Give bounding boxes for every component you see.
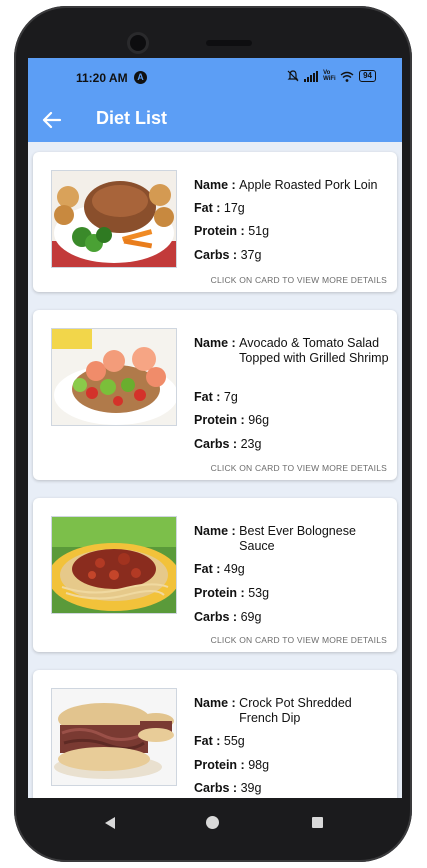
carbs-row: Carbs : 39g: [194, 781, 261, 795]
page-title: Diet List: [96, 108, 168, 128]
carbs-label: Carbs :: [194, 781, 238, 795]
front-camera: [130, 35, 146, 51]
carbs-row: Carbs : 37g: [194, 248, 261, 262]
name-row: Name : Apple Roasted Pork Loin: [194, 178, 394, 193]
battery-icon: 94: [359, 70, 376, 82]
app-bar: Diet List: [28, 98, 402, 142]
nav-home-icon[interactable]: [206, 816, 219, 829]
fat-row: Fat : 7g: [194, 390, 238, 404]
fat-label: Fat :: [194, 562, 221, 576]
carbs-value: 23g: [240, 437, 262, 451]
food-name: Best Ever Bolognese Sauce: [239, 524, 356, 553]
diet-card[interactable]: Name : Avocado & Tomato Salad Topped wit…: [33, 310, 397, 480]
fat-value: 49g: [223, 562, 245, 576]
diet-card[interactable]: Name : Apple Roasted Pork Loin Fat : 17g…: [33, 152, 397, 292]
carbs-row: Carbs : 69g: [194, 610, 261, 624]
carbs-row: Carbs : 23g: [194, 437, 261, 451]
nav-recents-icon[interactable]: [312, 817, 323, 828]
protein-value: 96g: [248, 413, 270, 427]
bell-off-icon: [287, 70, 299, 82]
protein-value: 98g: [248, 758, 270, 772]
food-name: Crock Pot Shredded French Dip: [239, 696, 352, 725]
name-label: Name :: [194, 178, 236, 192]
name-row: Name : Best Ever Bolognese Sauce: [194, 524, 394, 554]
protein-label: Protein :: [194, 413, 245, 427]
food-image: [51, 688, 177, 786]
carbs-label: Carbs :: [194, 610, 238, 624]
view-details-hint: CLICK ON CARD TO VIEW MORE DETAILS: [210, 275, 387, 285]
carbs-label: Carbs :: [194, 437, 238, 451]
fat-value: 7g: [223, 390, 238, 404]
protein-label: Protein :: [194, 758, 245, 772]
diet-card[interactable]: Name : Best Ever Bolognese Sauce Fat : 4…: [33, 498, 397, 652]
name-label: Name :: [194, 336, 236, 350]
name-row: Name : Avocado & Tomato Salad Topped wit…: [194, 336, 394, 366]
protein-row: Protein : 96g: [194, 413, 269, 427]
fat-row: Fat : 49g: [194, 562, 245, 576]
wifi-icon: [340, 71, 354, 82]
protein-row: Protein : 98g: [194, 758, 269, 772]
fat-label: Fat :: [194, 390, 221, 404]
earpiece-speaker: [206, 40, 252, 46]
system-nav-bar: [28, 798, 402, 848]
protein-label: Protein :: [194, 224, 245, 238]
fat-value: 17g: [223, 201, 245, 215]
status-icons: Vo WiFi 94: [287, 70, 376, 82]
carbs-label: Carbs :: [194, 248, 238, 262]
fat-label: Fat :: [194, 734, 221, 748]
protein-value: 51g: [248, 224, 270, 238]
status-bar: 11:20 AM A Vo WiFi 94: [28, 58, 402, 98]
arrow-left-icon[interactable]: [40, 108, 64, 132]
carbs-value: 37g: [240, 248, 262, 262]
carbs-value: 39g: [240, 781, 262, 795]
fat-row: Fat : 55g: [194, 734, 245, 748]
app-screen: 11:20 AM A Vo WiFi 94 Diet List Name: A…: [28, 58, 402, 798]
protein-label: Protein :: [194, 586, 245, 600]
protein-row: Protein : 53g: [194, 586, 269, 600]
view-details-hint: CLICK ON CARD TO VIEW MORE DETAILS: [210, 463, 387, 473]
name-label: Name :: [194, 524, 236, 538]
fat-label: Fat :: [194, 201, 221, 215]
carbs-value: 69g: [240, 610, 262, 624]
alarm-icon: A: [134, 71, 147, 84]
food-name: Apple Roasted Pork Loin: [239, 178, 378, 192]
name-row: Name : Crock Pot Shredded French Dip: [194, 696, 394, 726]
fat-value: 55g: [223, 734, 245, 748]
cell-signal-icon: [304, 70, 319, 82]
nav-back-icon[interactable]: [104, 816, 116, 830]
status-time: 11:20 AM: [76, 71, 128, 85]
protein-row: Protein : 51g: [194, 224, 269, 238]
name-label: Name :: [194, 696, 236, 710]
food-image: [51, 170, 177, 268]
diet-card[interactable]: Name : Crock Pot Shredded French Dip Fat…: [33, 670, 397, 798]
food-image: [51, 516, 177, 614]
protein-value: 53g: [248, 586, 270, 600]
view-details-hint: CLICK ON CARD TO VIEW MORE DETAILS: [210, 635, 387, 645]
volte-wifi-icon: Vo WiFi: [323, 70, 336, 82]
fat-row: Fat : 17g: [194, 201, 245, 215]
food-name: Avocado & Tomato Salad Topped with Grill…: [239, 336, 389, 365]
food-image: [51, 328, 177, 426]
